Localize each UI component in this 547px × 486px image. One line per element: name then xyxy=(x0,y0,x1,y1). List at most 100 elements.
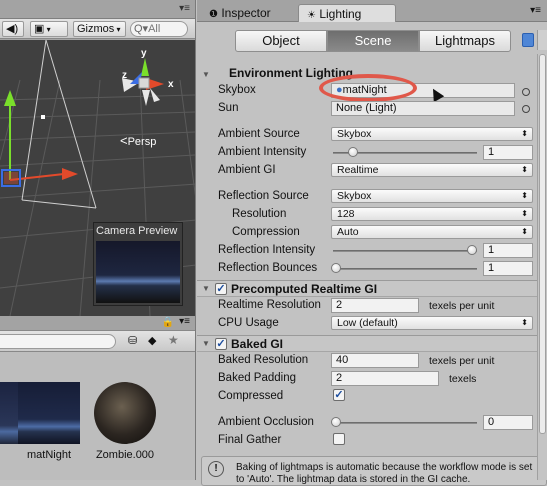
axis-y-label: y xyxy=(141,48,147,59)
dropdown-value: Low (default) xyxy=(337,317,398,329)
reflection-bounces-field[interactable]: 1 xyxy=(483,261,533,276)
project-search-input[interactable] xyxy=(0,334,116,349)
tab-lighting[interactable]: ☀ Lighting xyxy=(298,4,396,22)
ambient-occlusion-label: Ambient Occlusion xyxy=(218,416,314,428)
gizmo-y-arrow[interactable] xyxy=(4,90,16,106)
final-gather-label: Final Gather xyxy=(218,434,282,446)
reflection-bounces-label: Reflection Bounces xyxy=(218,262,318,274)
reflection-intensity-slider[interactable] xyxy=(333,250,477,252)
persp-arrow-icon: < xyxy=(120,133,128,148)
final-gather-checkbox[interactable] xyxy=(333,433,345,445)
favorite-star-icon[interactable]: ★ xyxy=(168,333,179,347)
unit-label: texels xyxy=(449,373,477,385)
ambient-gi-label: Ambient GI xyxy=(218,164,276,176)
label-tag-icon[interactable]: ◆ xyxy=(148,334,156,347)
mode-scene-button[interactable]: Scene xyxy=(327,30,419,52)
asset-label: Zombie.000 xyxy=(95,449,155,461)
baked-resolution-field[interactable]: 40 xyxy=(331,353,419,368)
mode-object-button[interactable]: Object xyxy=(235,30,327,52)
dropdown-arrow-icon: ⬍ xyxy=(521,318,528,327)
gizmo-x-arrow[interactable] xyxy=(62,168,78,180)
tab-label: Lighting xyxy=(319,7,362,21)
chevron-down-icon: ▾ xyxy=(114,25,121,34)
chevron-down-icon: ▾ xyxy=(44,25,51,34)
reflection-bounces-slider[interactable] xyxy=(333,268,477,270)
resolution-dropdown[interactable]: 128 ⬍ xyxy=(331,207,533,221)
baked-gi-toggle[interactable]: ✓ xyxy=(215,338,227,350)
slider-knob[interactable] xyxy=(467,245,477,255)
effects-dropdown[interactable]: ▣ ▾ xyxy=(30,21,68,37)
compression-dropdown[interactable]: Auto ⬍ xyxy=(331,225,533,239)
ambient-gi-dropdown[interactable]: Realtime ⬍ xyxy=(331,163,533,177)
reflection-intensity-field[interactable]: 1 xyxy=(483,243,533,258)
project-tab-strip: 🔒 ▾≡ xyxy=(0,316,195,330)
filter-type-icon[interactable]: ⛁ xyxy=(128,334,137,347)
foldout-arrow-icon[interactable]: ▼ xyxy=(202,70,210,79)
foldout-arrow-icon[interactable]: ▼ xyxy=(202,284,210,293)
ambient-source-dropdown[interactable]: Skybox ⬍ xyxy=(331,127,533,141)
precomputed-gi-toggle[interactable]: ✓ xyxy=(215,283,227,295)
panel-menu-icon[interactable]: ▾≡ xyxy=(179,316,190,327)
speaker-icon: ◀) xyxy=(6,23,19,35)
resolution-label: Resolution xyxy=(232,208,287,220)
ambient-intensity-field[interactable]: 1 xyxy=(483,145,533,160)
panel-menu-icon[interactable]: ▾≡ xyxy=(530,5,541,16)
cpu-usage-dropdown[interactable]: Low (default) ⬍ xyxy=(331,316,533,330)
slider-knob[interactable] xyxy=(348,147,358,157)
camera-handle[interactable] xyxy=(41,115,45,119)
cpu-usage-label: CPU Usage xyxy=(218,317,279,329)
baked-resolution-label: Baked Resolution xyxy=(218,354,309,366)
lighting-icon: ☀ xyxy=(307,10,316,21)
info-message-line1: Baking of lightmaps is automatic because… xyxy=(236,462,533,473)
reflection-source-label: Reflection Source xyxy=(218,190,309,202)
projection-label[interactable]: <Persp xyxy=(120,133,156,148)
highlight-ring xyxy=(319,74,417,102)
ambient-occlusion-slider[interactable] xyxy=(333,422,477,424)
slider-knob[interactable] xyxy=(331,417,341,427)
asset-thumbnail-zombie[interactable] xyxy=(94,382,156,444)
reflection-source-dropdown[interactable]: Skybox ⬍ xyxy=(331,189,533,203)
project-assets-grid: matNight Zombie.000 xyxy=(0,352,195,480)
object-picker-icon[interactable] xyxy=(522,105,530,113)
gizmos-dropdown[interactable]: Gizmos ▾ xyxy=(73,21,126,37)
realtime-resolution-field[interactable]: 2 xyxy=(331,298,419,313)
compressed-checkbox[interactable]: ✓ xyxy=(333,389,345,401)
scrollbar-thumb[interactable] xyxy=(539,54,546,434)
tab-label: Inspector xyxy=(221,6,271,20)
precomputed-gi-header: Precomputed Realtime GI xyxy=(231,282,378,296)
compressed-label: Compressed xyxy=(218,390,284,402)
object-picker-icon[interactable] xyxy=(522,88,530,96)
search-placeholder: All xyxy=(148,23,161,35)
dropdown-arrow-icon: ⬍ xyxy=(521,165,528,174)
audio-toggle[interactable]: ◀) xyxy=(2,21,24,37)
asset-thumbnail-matnight[interactable] xyxy=(18,382,80,444)
mode-lightmaps-button[interactable]: Lightmaps xyxy=(419,30,511,52)
panel-menu-icon[interactable]: ▾≡ xyxy=(179,3,190,14)
inspector-scrollbar[interactable] xyxy=(537,54,547,480)
info-message-box: ! Baking of lightmaps is automatic becau… xyxy=(201,456,547,486)
ambient-occlusion-field[interactable]: 0 xyxy=(483,415,533,430)
camera-preview-image xyxy=(96,241,180,303)
scene-tab-strip: ▾≡ xyxy=(0,0,195,19)
scrollbar-top[interactable] xyxy=(537,30,547,50)
search-icon: Q▾ xyxy=(134,23,149,35)
scene-viewport[interactable]: y x z <Persp Camera Preview xyxy=(0,40,195,316)
scene-toolbar: ◀) ▣ ▾ Gizmos ▾ Q▾All xyxy=(0,19,195,39)
help-book-icon[interactable] xyxy=(522,33,534,47)
dropdown-arrow-icon: ⬍ xyxy=(521,129,528,138)
lock-icon[interactable]: 🔒 xyxy=(162,317,174,328)
foldout-arrow-icon[interactable]: ▼ xyxy=(202,339,210,348)
precomputed-gi-section: ▼ ✓ Precomputed Realtime GI xyxy=(197,280,547,297)
sun-field[interactable]: None (Light) xyxy=(331,101,515,116)
ambient-intensity-label: Ambient Intensity xyxy=(218,146,307,158)
baked-padding-field[interactable]: 2 xyxy=(331,371,439,386)
reflection-intensity-label: Reflection Intensity xyxy=(218,244,316,256)
slider-knob[interactable] xyxy=(331,263,341,273)
tab-inspector[interactable]: ❶ Inspector xyxy=(201,4,291,22)
camera-preview-title: Camera Preview xyxy=(96,225,178,237)
baked-gi-header: Baked GI xyxy=(231,337,284,351)
scene-search-input[interactable]: Q▾All xyxy=(130,21,188,37)
dropdown-value: Auto xyxy=(337,226,359,238)
info-icon: ❶ xyxy=(209,9,218,20)
orientation-gizmo[interactable]: y x z xyxy=(110,48,180,118)
